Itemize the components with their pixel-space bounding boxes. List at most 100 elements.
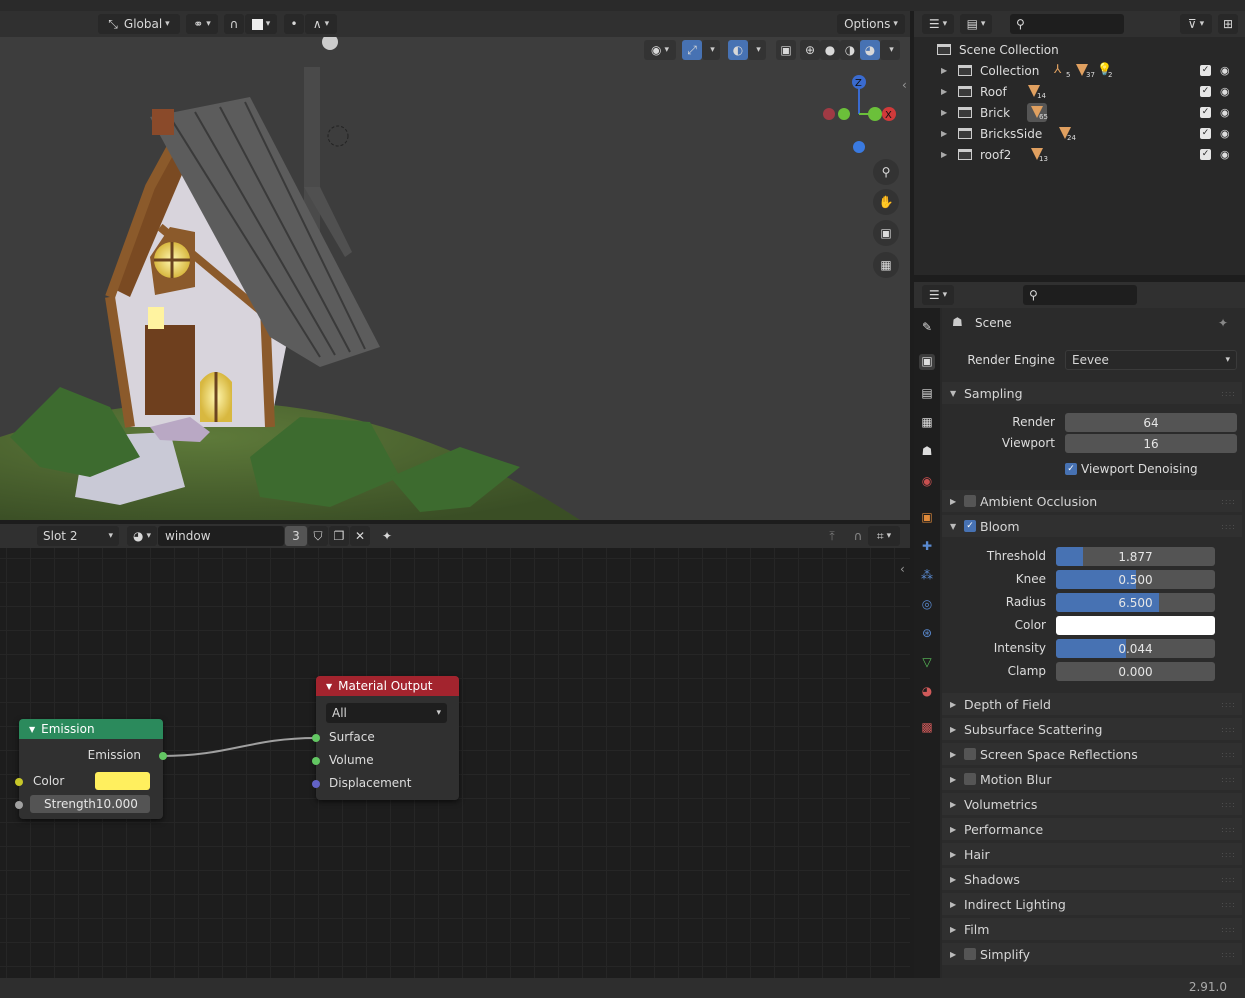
3d-viewport[interactable]: ◉ ▾ ⤢ ▾ ◐ ▾ ▣ ⊕ ● ◑ ◕ ▾ Z X ⚲ ✋ ▣ ▦ — [0, 37, 910, 520]
strength-field[interactable]: Strength 10.000 — [30, 795, 150, 813]
surface-input-socket[interactable] — [312, 734, 320, 742]
properties-search-input[interactable]: ⚲ — [1023, 285, 1137, 305]
pin-button[interactable]: ✦ — [377, 526, 397, 546]
exclude-checkbox[interactable]: ✓ — [1200, 128, 1211, 139]
snap-toggle[interactable]: ∩ — [224, 14, 244, 34]
zoom-icon[interactable]: ⚲ — [873, 159, 899, 185]
ambient-occlusion-panel-header[interactable]: ▶ Ambient Occlusion:::: — [942, 490, 1242, 512]
solid-shading[interactable]: ● — [820, 40, 840, 60]
tool-icon[interactable]: ✎ — [919, 320, 935, 336]
wireframe-shading[interactable]: ⊕ — [800, 40, 820, 60]
camera-icon[interactable]: ▣ — [873, 220, 899, 246]
parent-node-tree-button[interactable]: ⤒ — [822, 526, 842, 546]
mesh-data-icon[interactable]: ▽ — [919, 655, 935, 671]
sidebar-toggle-icon[interactable]: ‹ — [902, 78, 907, 92]
pivot-dropdown[interactable]: ⚭ ▾ — [186, 14, 218, 34]
filter-dropdown[interactable]: ⊽ ▾ — [1180, 14, 1212, 34]
drag-handle-icon[interactable]: :::: — [1221, 875, 1236, 884]
drag-handle-icon[interactable]: :::: — [1221, 389, 1236, 398]
output-icon[interactable]: ▤ — [919, 386, 935, 402]
fake-user-button[interactable]: ⛉ — [308, 526, 328, 546]
slot-dropdown[interactable]: Slot 2 ▾ — [37, 526, 119, 546]
strength-input-socket[interactable] — [15, 801, 23, 809]
drag-handle-icon[interactable]: :::: — [1221, 950, 1236, 959]
grid-perspective-icon[interactable]: ▦ — [873, 252, 899, 278]
drag-handle-icon[interactable]: :::: — [1221, 497, 1236, 506]
outliner-row[interactable]: ▶ BricksSide 24 ✓ ◉ — [914, 123, 1245, 144]
drag-handle-icon[interactable]: :::: — [1221, 850, 1236, 859]
pin-icon[interactable]: ✦ — [1218, 316, 1228, 330]
panel-header-performance[interactable]: ▶ Performance:::: — [942, 818, 1242, 840]
scene-icon[interactable]: ☗ — [919, 444, 935, 460]
emission-output-socket[interactable] — [159, 752, 167, 760]
emission-node-header[interactable]: ▼ Emission — [19, 719, 163, 739]
object-icon[interactable]: ▣ — [919, 510, 935, 526]
knee-slider[interactable]: 0.500 — [1056, 570, 1215, 589]
editor-type-dropdown[interactable]: ☰ ▾ — [922, 285, 954, 305]
volume-input-socket[interactable] — [312, 757, 320, 765]
particles-icon[interactable]: ⁂ — [919, 568, 935, 584]
drag-handle-icon[interactable]: :::: — [1221, 700, 1236, 709]
panel-header-volumetrics[interactable]: ▶ Volumetrics:::: — [942, 793, 1242, 815]
emission-color-swatch[interactable] — [95, 772, 150, 790]
material-output-node[interactable]: ▼ Material Output All ▾ Surface Volume Dis… — [312, 676, 459, 800]
physics-icon[interactable]: ◎ — [919, 597, 935, 613]
panel-header-motion-blur[interactable]: ▶ Motion Blur:::: — [942, 768, 1242, 790]
render-engine-dropdown[interactable]: Eevee ▾ — [1065, 350, 1237, 370]
viewport-samples-field[interactable]: 16 — [1065, 434, 1237, 453]
expand-arrow-icon[interactable]: ▶ — [941, 87, 947, 96]
snap-element-dropdown[interactable]: ⌗ ▾ — [868, 526, 900, 546]
drag-handle-icon[interactable]: :::: — [1221, 522, 1236, 531]
panel-header-hair[interactable]: ▶ Hair:::: — [942, 843, 1242, 865]
hand-pan-icon[interactable]: ✋ — [873, 189, 899, 215]
render-icon[interactable]: ▣ — [919, 354, 935, 370]
radius-slider[interactable]: 6.500 — [1056, 593, 1215, 612]
browse-material-dropdown[interactable]: ◕ ▾ — [127, 526, 157, 546]
sampling-panel-header[interactable]: ▼ Sampling:::: — [942, 382, 1242, 404]
clamp-slider[interactable]: 0.000 — [1056, 662, 1215, 681]
xray-toggle[interactable]: ▣ — [776, 40, 796, 60]
unlink-button[interactable]: ✕ — [350, 526, 370, 546]
eye-icon[interactable]: ◉ — [1220, 85, 1230, 98]
display-mode-dropdown[interactable]: ☰ ▾ — [922, 14, 954, 34]
displacement-input-socket[interactable] — [312, 780, 320, 788]
emission-node[interactable]: ▼ Emission Emission Color Strength 10.000 — [15, 719, 167, 819]
expand-arrow-icon[interactable]: ▶ — [941, 129, 947, 138]
output-target-dropdown[interactable]: All ▾ — [326, 703, 447, 723]
color-input-socket[interactable] — [15, 778, 23, 786]
snap-target-dropdown[interactable]: ▾ — [245, 14, 277, 34]
panel-header-indirect-lighting[interactable]: ▶ Indirect Lighting:::: — [942, 893, 1242, 915]
duplicate-button[interactable]: ❐ — [329, 526, 349, 546]
node-editor-canvas[interactable]: ▼ Emission Emission Color Strength 10.000 … — [0, 548, 910, 978]
eye-icon[interactable]: ◉ — [1220, 127, 1230, 140]
outliner-row[interactable]: ▶ roof2 13 ✓ ◉ — [914, 144, 1245, 165]
panel-checkbox[interactable] — [964, 948, 976, 960]
panel-checkbox[interactable] — [964, 773, 976, 785]
snap-node-toggle[interactable]: ∩ — [848, 526, 868, 546]
panel-header-depth-of-field[interactable]: ▶ Depth of Field:::: — [942, 693, 1242, 715]
ambient-occlusion-checkbox[interactable] — [964, 495, 976, 507]
eye-icon[interactable]: ◉ — [1220, 148, 1230, 161]
outliner-row[interactable]: ▶ Brick 65 ✓ ◉ — [914, 102, 1245, 123]
material-name-field[interactable]: window — [158, 526, 284, 546]
panel-header-screen-space-reflections[interactable]: ▶ Screen Space Reflections:::: — [942, 743, 1242, 765]
drag-handle-icon[interactable]: :::: — [1221, 825, 1236, 834]
overlays-dropdown[interactable]: ▾ — [748, 40, 766, 60]
filter-view-dropdown[interactable]: ▤ ▾ — [960, 14, 992, 34]
new-collection-button[interactable]: ⊞ — [1218, 14, 1238, 34]
orientation-dropdown[interactable]: ⤡ Global ▾ — [98, 14, 180, 34]
material-shading[interactable]: ◑ — [840, 40, 860, 60]
proportional-edit-toggle[interactable]: • — [284, 14, 304, 34]
panel-header-simplify[interactable]: ▶ Simplify:::: — [942, 943, 1242, 965]
constraints-icon[interactable]: ⊛ — [919, 626, 935, 642]
outliner-row-scene-collection[interactable]: Scene Collection — [914, 39, 1245, 60]
drag-handle-icon[interactable]: :::: — [1221, 750, 1236, 759]
falloff-dropdown[interactable]: ∧ ▾ — [305, 14, 337, 34]
world-icon[interactable]: ◉ — [919, 474, 935, 490]
view-layer-icon[interactable]: ▦ — [919, 415, 935, 431]
drag-handle-icon[interactable]: :::: — [1221, 900, 1236, 909]
exclude-checkbox[interactable]: ✓ — [1200, 149, 1211, 160]
panel-header-shadows[interactable]: ▶ Shadows:::: — [942, 868, 1242, 890]
viewport-denoising-checkbox[interactable]: ✓ — [1065, 463, 1077, 475]
drag-handle-icon[interactable]: :::: — [1221, 775, 1236, 784]
